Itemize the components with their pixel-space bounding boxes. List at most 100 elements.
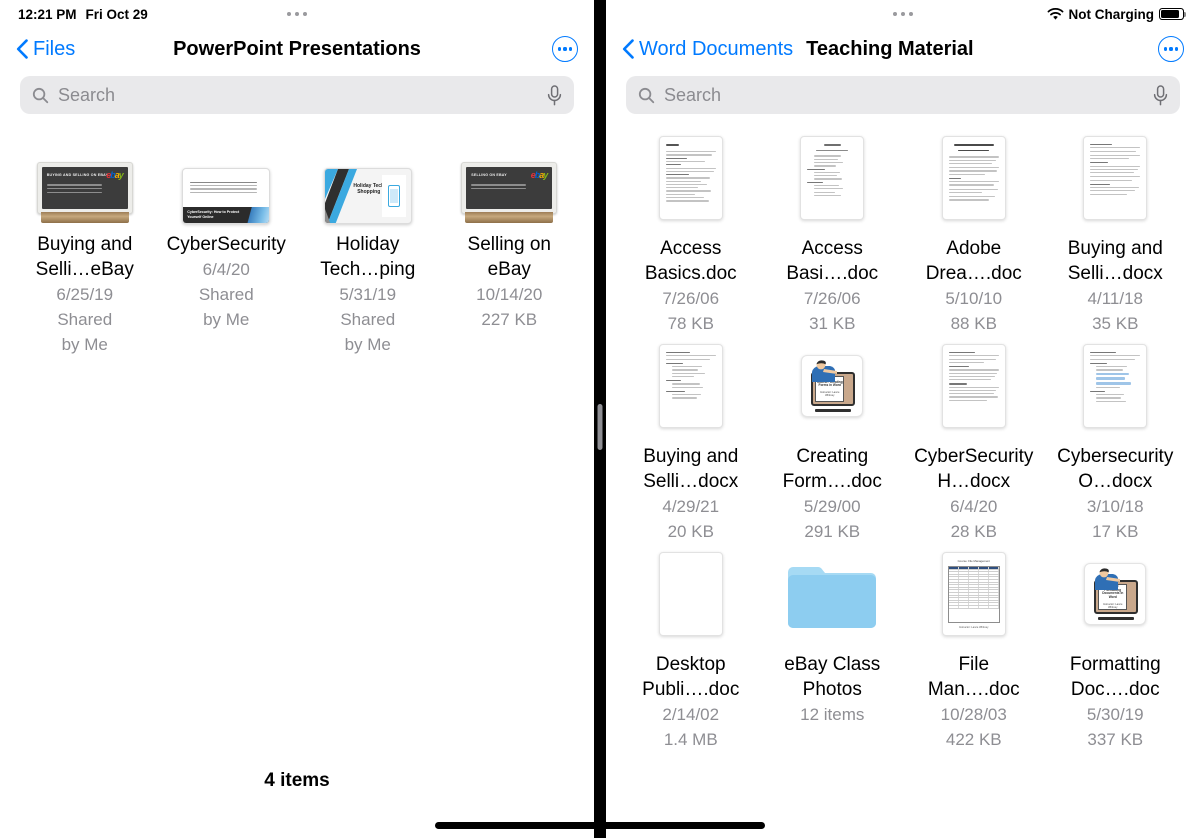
file-size: 35 KB (1092, 314, 1139, 333)
file-item[interactable]: CyberSecurity: How to Protect Yourself O… (156, 132, 298, 357)
file-date: 2/14/02 (662, 705, 720, 724)
file-size: 88 KB (950, 314, 997, 333)
course-tv-icon: Course: Creating Forms in Word Instructo… (801, 355, 864, 417)
file-item[interactable]: Access Basics.doc 7/26/06 78 KB (620, 128, 762, 336)
multitasking-grabber-icon[interactable] (893, 12, 913, 16)
file-thumbnail: SELLING ON EBAY ebay (441, 132, 579, 224)
file-item[interactable]: Adobe Drea….doc 5/10/10 88 KB (903, 128, 1045, 336)
word-doc-outline-icon (800, 136, 865, 220)
file-meta-1: Shared (57, 310, 113, 329)
file-thumbnail: Course: Formatting Documents in Word Ins… (1047, 544, 1185, 644)
file-meta-1: Shared (340, 310, 396, 329)
file-item[interactable]: Desktop Publi….doc 2/14/02 1.4 MB (620, 544, 762, 752)
left-file-grid: BUYING AND SELLING ON EBAY ebay Buying a… (0, 114, 594, 357)
file-name: Selling on eBay (467, 234, 551, 280)
more-circle-icon[interactable] (552, 36, 578, 62)
file-thumbnail (764, 128, 902, 228)
back-button-files[interactable]: Files (16, 38, 75, 61)
word-doc-highlight-icon (1083, 344, 1148, 428)
file-name: Buying and Selli…eBay (35, 234, 134, 280)
file-meta-1: 227 KB (481, 310, 538, 329)
split-view-divider[interactable] (594, 0, 606, 838)
more-circle-icon[interactable] (1158, 36, 1184, 62)
split-view-drag-handle[interactable] (597, 404, 603, 450)
folder-item[interactable]: eBay Class Photos 12 items (762, 544, 904, 752)
file-item[interactable]: Buying and Selli…docx 4/29/21 20 KB (620, 336, 762, 544)
file-size: 291 KB (804, 522, 861, 541)
file-name: File Man….doc (927, 654, 1020, 700)
search-input[interactable]: Search (20, 76, 574, 114)
file-thumbnail (1047, 128, 1185, 228)
file-thumbnail (1047, 336, 1185, 436)
file-name: Buying and Selli…docx (1067, 238, 1163, 284)
left-nav-bar: Files PowerPoint Presentations (0, 28, 594, 70)
file-date: 4/11/18 (1087, 289, 1143, 308)
file-thumbnail (622, 544, 760, 644)
file-item[interactable]: Course: Creating Forms in Word Instructo… (762, 336, 904, 544)
right-nav-bar: Word Documents Teaching Material (606, 28, 1200, 70)
word-doc-page-icon (941, 136, 1006, 220)
spreadsheet-doc-icon: Course: File Management Instructor: Lanc… (941, 552, 1006, 636)
slide-title-text: BUYING AND SELLING ON EBAY (46, 173, 109, 177)
file-item[interactable]: Holiday Tech Shopping Holiday Tech…ping … (297, 132, 439, 357)
status-bar-right: Not Charging (606, 0, 1200, 28)
file-name: CyberSecurity H…docx (914, 446, 1034, 492)
spreadsheet-grid (947, 566, 1000, 623)
search-input[interactable]: Search (626, 76, 1180, 114)
status-bar-left-group: 12:21 PM Fri Oct 29 (10, 7, 148, 22)
file-date: 6/4/20 (950, 497, 998, 516)
multitasking-grabber-icon[interactable] (287, 12, 307, 16)
search-icon (32, 87, 49, 103)
powerpoint-holiday-tech-icon: Holiday Tech Shopping (323, 168, 412, 224)
file-meta-2: by Me (203, 310, 250, 329)
file-date: 10/28/03 (940, 705, 1007, 724)
file-thumbnail: Holiday Tech Shopping (299, 132, 437, 224)
back-button-label: Word Documents (639, 37, 794, 60)
chevron-left-icon (622, 39, 634, 59)
search-placeholder: Search (58, 84, 116, 105)
file-thumbnail: Course: Creating Forms in Word Instructo… (764, 336, 902, 436)
status-bar-left: 12:21 PM Fri Oct 29 (0, 0, 594, 28)
status-date: Fri Oct 29 (85, 6, 148, 22)
file-item[interactable]: Course: File Management Instructor: Lanc… (903, 544, 1045, 752)
file-date: 10/14/20 (476, 285, 543, 304)
right-file-grid: Access Basics.doc 7/26/06 78 KB Access B… (606, 114, 1200, 752)
file-thumbnail: Course: File Management Instructor: Lanc… (905, 544, 1043, 644)
file-item[interactable]: Buying and Selli…docx 4/11/18 35 KB (1045, 128, 1187, 336)
file-item[interactable]: Cybersecurity O…docx 3/10/18 17 KB (1045, 336, 1187, 544)
file-name: Access Basi….doc (786, 238, 879, 284)
status-time: 12:21 PM (18, 6, 77, 22)
file-size: 31 KB (809, 314, 856, 333)
file-name: Creating Form….doc (782, 446, 882, 492)
file-date: 6/25/19 (56, 285, 114, 304)
file-item[interactable]: Course: Formatting Documents in Word Ins… (1045, 544, 1187, 752)
file-item[interactable]: BUYING AND SELLING ON EBAY ebay Buying a… (14, 132, 156, 357)
microphone-icon[interactable] (1153, 84, 1168, 106)
file-thumbnail (622, 336, 760, 436)
home-indicator[interactable] (435, 822, 765, 829)
file-item[interactable]: Access Basi….doc 7/26/06 31 KB (762, 128, 904, 336)
right-page-title: Teaching Material (806, 37, 974, 60)
back-button-word-documents[interactable]: Word Documents (622, 38, 793, 61)
file-date: 5/30/19 (1086, 705, 1144, 724)
file-name: Access Basics.doc (644, 238, 737, 284)
slide-title-text: SELLING ON EBAY (471, 173, 507, 177)
file-name: Adobe Drea….doc (925, 238, 1022, 284)
microphone-icon[interactable] (547, 84, 562, 106)
blank-doc-page-icon (658, 552, 723, 636)
ebay-logo-icon: ebay (530, 170, 549, 180)
file-item[interactable]: CyberSecurity H…docx 6/4/20 28 KB (903, 336, 1045, 544)
file-date: 5/29/00 (803, 497, 861, 516)
swoosh-decoration-icon (324, 169, 357, 223)
file-name: Holiday Tech…ping (320, 234, 416, 280)
folder-item-count: 12 items (800, 705, 865, 724)
file-size: 1.4 MB (663, 730, 718, 749)
word-doc-page-icon (941, 344, 1006, 428)
file-name: Formatting Doc….doc (1069, 654, 1161, 700)
file-size: 422 KB (945, 730, 1002, 749)
item-count-footer: 4 items (264, 770, 330, 791)
file-name: Desktop Publi….doc (642, 654, 740, 700)
left-page-title: PowerPoint Presentations (173, 37, 421, 60)
file-date: 7/26/06 (662, 289, 720, 308)
file-item[interactable]: SELLING ON EBAY ebay Selling on eBay 10/… (439, 132, 581, 357)
